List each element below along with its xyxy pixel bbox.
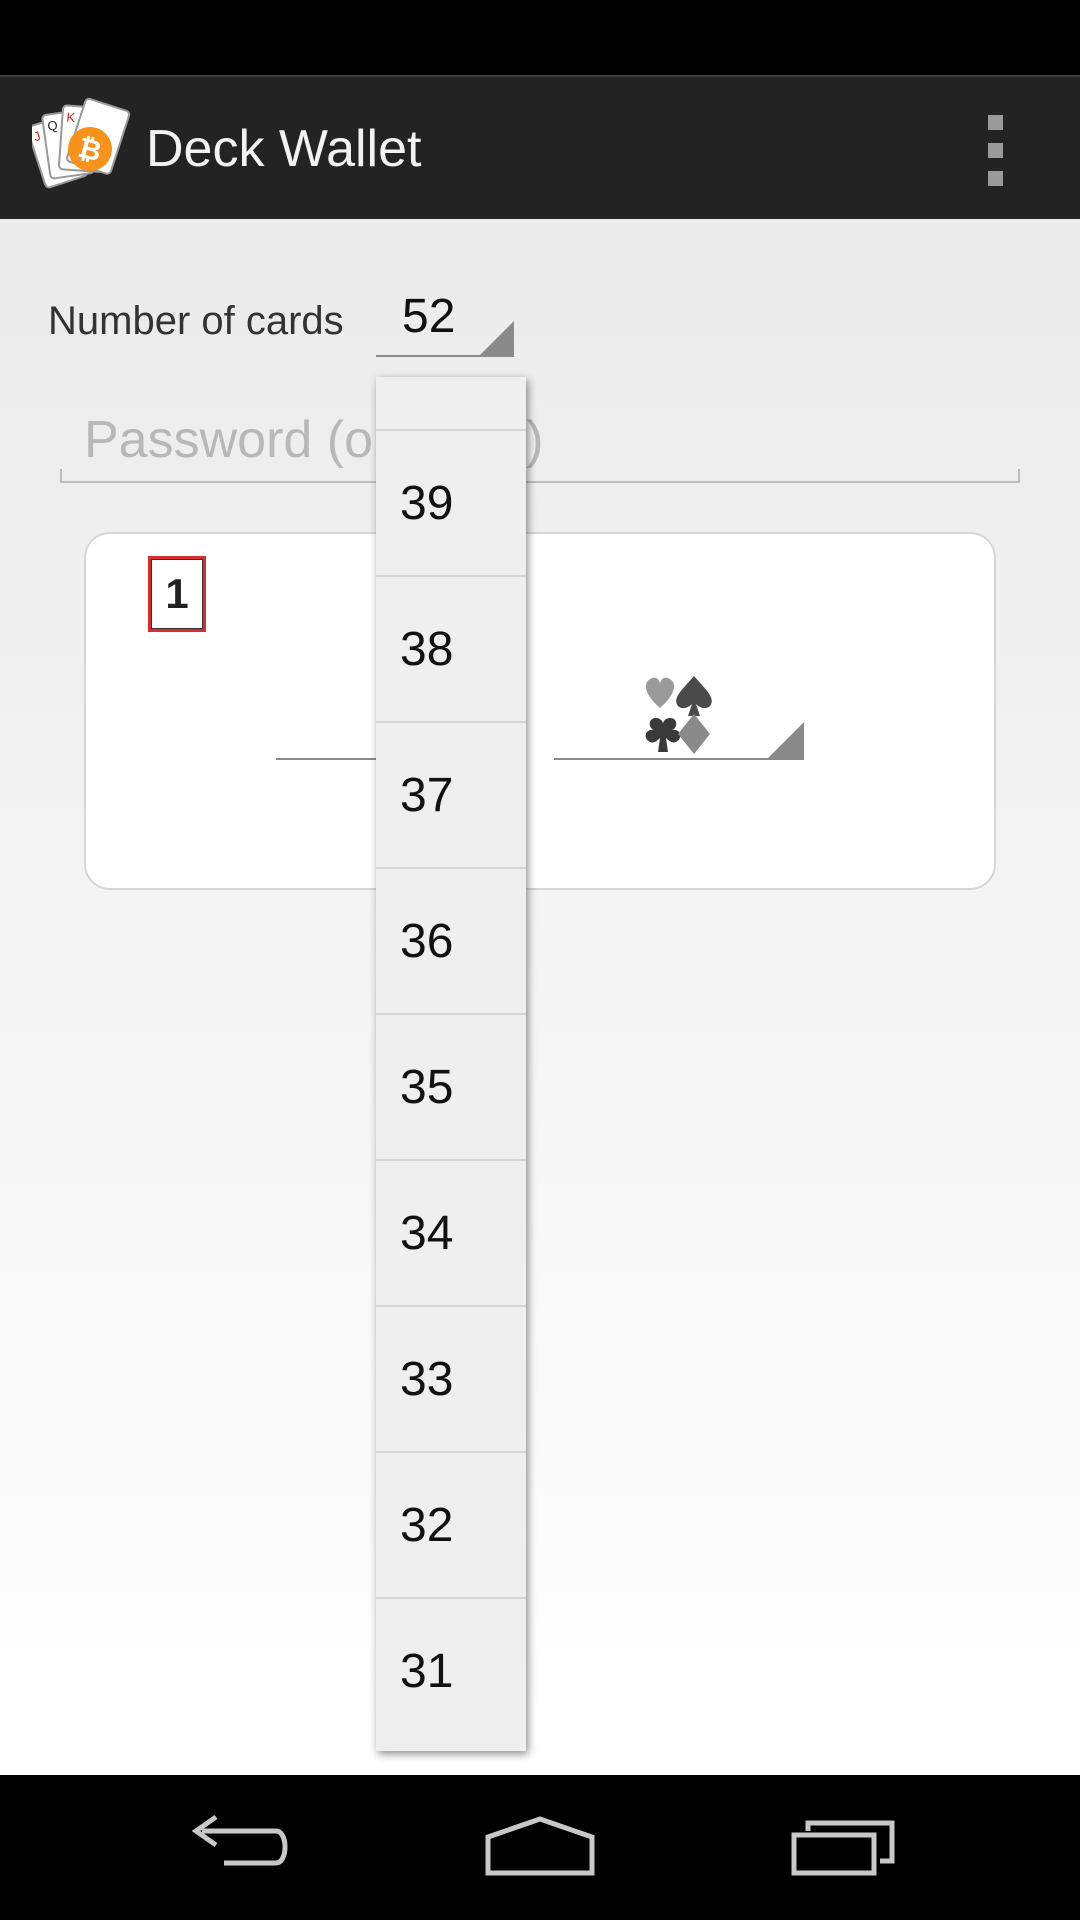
- suit-spinner-underline: [554, 758, 804, 760]
- dropdown-item[interactable]: 36: [376, 869, 526, 1015]
- number-of-cards-spinner[interactable]: 52: [376, 289, 514, 359]
- recent-apps-icon[interactable]: [784, 1811, 904, 1881]
- dropdown-item[interactable]: 32: [376, 1453, 526, 1599]
- back-icon[interactable]: [180, 1811, 300, 1881]
- overflow-menu-icon[interactable]: [970, 105, 1022, 197]
- svg-text:K: K: [66, 109, 76, 125]
- spinner-underline: [376, 355, 514, 357]
- dropdown-item[interactable]: 33: [376, 1307, 526, 1453]
- deck-wallet-app-icon: J Q K ₿: [26, 97, 136, 197]
- main-content: Number of cards 52 1 A: [0, 219, 1080, 1775]
- dropdown-item[interactable]: 40: [376, 377, 526, 431]
- card-index-badge: 1: [148, 556, 206, 632]
- dropdown-item[interactable]: 35: [376, 1015, 526, 1161]
- spinner-arrow-icon: [480, 321, 514, 355]
- status-bar: [0, 0, 1080, 75]
- card-entry-panel: 1 A: [84, 532, 996, 890]
- password-underline-edges: [60, 469, 1020, 483]
- card-suits-icon: [638, 674, 718, 758]
- number-of-cards-label: Number of cards: [48, 299, 344, 343]
- suit-spinner-arrow-icon: [768, 722, 804, 758]
- dropdown-item[interactable]: 34: [376, 1161, 526, 1307]
- number-of-cards-value: 52: [402, 290, 456, 343]
- action-bar: J Q K ₿ Deck Wallet: [0, 75, 1080, 219]
- navigation-bar: [0, 1775, 1080, 1920]
- card-suit-spinner[interactable]: [554, 674, 804, 764]
- dropdown-item[interactable]: 31: [376, 1599, 526, 1745]
- svg-text:Q: Q: [46, 117, 58, 133]
- dropdown-item[interactable]: 37: [376, 723, 526, 869]
- number-of-cards-dropdown[interactable]: 40 39 38 37 36 35 34 33 32 31: [376, 377, 526, 1751]
- home-icon[interactable]: [480, 1811, 600, 1881]
- app-title: Deck Wallet: [146, 120, 422, 178]
- dropdown-item[interactable]: 38: [376, 577, 526, 723]
- dropdown-item[interactable]: 39: [376, 431, 526, 577]
